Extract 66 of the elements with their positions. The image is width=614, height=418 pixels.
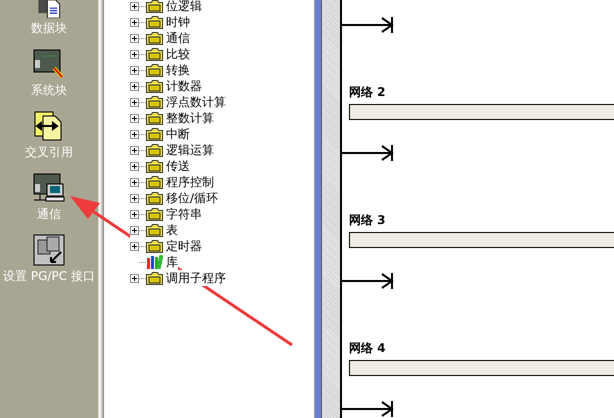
plc-computer-icon xyxy=(32,172,66,204)
rung-end-icon xyxy=(342,401,394,417)
expand-icon[interactable] xyxy=(130,50,139,58)
tree-item[interactable]: 通信 xyxy=(130,30,190,46)
folder-icon xyxy=(146,0,163,12)
folder-icon xyxy=(146,32,163,44)
expand-icon[interactable] xyxy=(130,2,139,10)
folder-icon xyxy=(146,64,163,76)
tree-item[interactable]: 移位/循环 xyxy=(130,190,218,206)
folder-icon xyxy=(146,272,163,284)
expand-icon[interactable] xyxy=(130,162,139,170)
tree-item[interactable]: 时钟 xyxy=(130,14,190,30)
expand-icon[interactable] xyxy=(130,82,139,90)
tree-item[interactable]: 浮点数计算 xyxy=(130,94,226,110)
folder-icon xyxy=(146,128,163,140)
tree-item[interactable]: 位逻辑 xyxy=(130,0,202,14)
folder-icon xyxy=(146,48,163,60)
expand-icon[interactable] xyxy=(130,66,139,74)
network-comment-field[interactable] xyxy=(349,360,614,376)
rung-end-icon xyxy=(342,17,394,33)
expand-icon[interactable] xyxy=(130,242,139,250)
tree-item[interactable]: 转换 xyxy=(130,62,190,78)
folder-icon xyxy=(146,192,163,204)
network-comment-field[interactable] xyxy=(349,232,614,248)
panel-splitter[interactable] xyxy=(98,0,104,418)
tree-item[interactable]: 计数器 xyxy=(130,78,202,94)
folder-icon xyxy=(146,112,163,124)
expand-icon[interactable] xyxy=(130,146,139,154)
tree-item[interactable]: 整数计算 xyxy=(130,110,214,126)
rung-end-icon xyxy=(342,145,394,161)
plc-icon xyxy=(32,48,66,80)
network-title: 网络 2 xyxy=(349,84,386,100)
folder-icon xyxy=(146,224,163,236)
folder-icon xyxy=(146,208,163,220)
expand-icon[interactable] xyxy=(130,98,139,106)
folder-icon xyxy=(146,144,163,156)
expand-icon[interactable] xyxy=(130,34,139,42)
expand-icon[interactable] xyxy=(130,130,139,138)
tree-item[interactable]: 逻辑运算 xyxy=(130,142,214,158)
interface-icon xyxy=(32,234,65,266)
rung-end-icon xyxy=(342,273,394,289)
expand-icon[interactable] xyxy=(130,210,139,218)
tree-item[interactable]: 传送 xyxy=(130,158,190,174)
tree-item[interactable]: 字符串 xyxy=(130,206,202,222)
tree-item[interactable]: 调用子程序 xyxy=(130,270,226,286)
tree-item[interactable]: 比较 xyxy=(130,46,190,62)
folder-icon xyxy=(146,240,163,252)
expand-icon[interactable] xyxy=(130,226,139,234)
folder-icon xyxy=(146,96,163,108)
expand-icon[interactable] xyxy=(130,194,139,202)
network-comment-field[interactable] xyxy=(349,104,614,120)
library-icon xyxy=(146,255,163,269)
folder-icon xyxy=(146,160,163,172)
tree-item[interactable]: 表 xyxy=(130,222,178,238)
network-title: 网络 3 xyxy=(349,212,386,228)
tree-item[interactable]: 中断 xyxy=(130,126,190,142)
network-title: 网络 4 xyxy=(349,340,386,356)
expand-icon[interactable] xyxy=(130,274,139,282)
expand-icon[interactable] xyxy=(130,114,139,122)
expand-icon[interactable] xyxy=(130,178,139,186)
tree-item[interactable]: 定时器 xyxy=(130,238,202,254)
folder-icon xyxy=(146,176,163,188)
expand-icon[interactable] xyxy=(130,18,139,26)
folder-icon xyxy=(146,16,163,28)
folder-icon xyxy=(146,80,163,92)
tree-item[interactable]: 程序控制 xyxy=(130,174,214,190)
